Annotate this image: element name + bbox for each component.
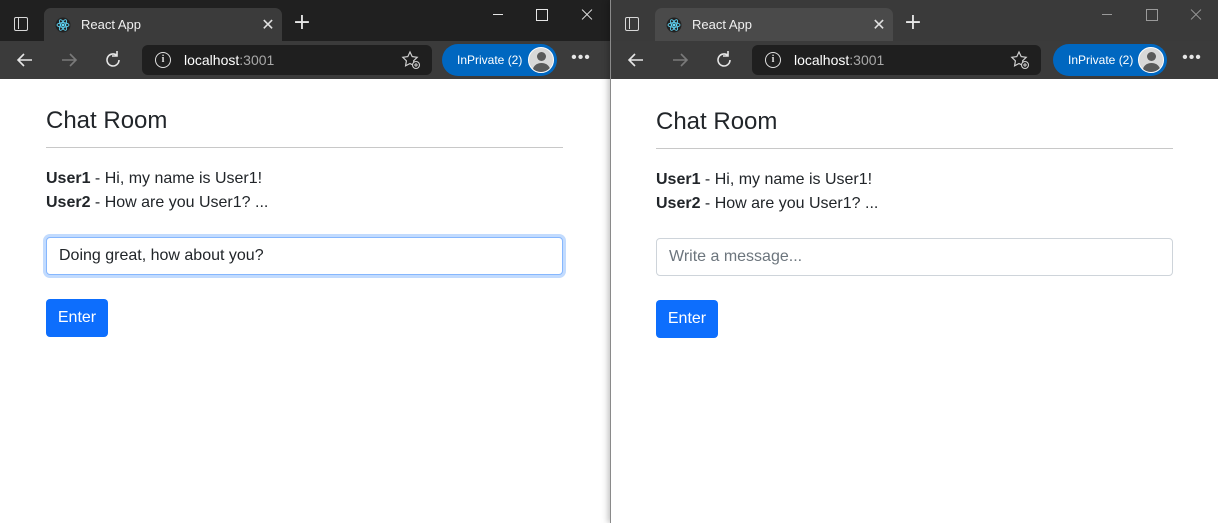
tab-title: React App [692, 17, 752, 32]
browser-toolbar: i localhost:3001 InPrivate (2) ••• [0, 41, 610, 79]
add-favorite-icon[interactable] [400, 49, 422, 71]
new-tab-icon[interactable]: + [902, 12, 924, 34]
maximize-icon[interactable] [518, 4, 564, 26]
title-bar: React App ✕ + [0, 0, 610, 41]
message-user: User2 [656, 195, 701, 212]
title-bar: React App ✕ + [611, 0, 1218, 41]
browser-window-left: React App ✕ + i localhost:3001 InPrivate… [0, 0, 610, 523]
url-text: localhost:3001 [794, 52, 885, 68]
tab-close-icon[interactable]: ✕ [254, 15, 282, 35]
forward-arrow-icon[interactable] [667, 47, 693, 73]
add-favorite-icon[interactable] [1009, 49, 1031, 71]
message-input[interactable] [46, 237, 563, 275]
minimize-icon[interactable] [475, 4, 521, 26]
browser-tab[interactable]: React App ✕ [44, 8, 282, 41]
page-content: Chat Room User1 - Hi, my name is User1! … [0, 79, 610, 523]
list-item: User2 - How are you User1? ... [656, 192, 878, 216]
message-user: User1 [46, 170, 91, 187]
browser-toolbar: i localhost:3001 InPrivate (2) ••• [611, 41, 1218, 79]
message-text: - How are you User1? ... [90, 194, 269, 211]
message-user: User1 [656, 171, 701, 188]
avatar [1138, 47, 1164, 73]
enter-button[interactable]: Enter [46, 299, 108, 337]
divider [656, 148, 1173, 149]
info-icon[interactable]: i [155, 52, 171, 68]
message-text: - Hi, my name is User1! [90, 170, 263, 187]
message-list: User1 - Hi, my name is User1! User2 - Ho… [656, 168, 878, 216]
close-window-icon[interactable] [1173, 4, 1218, 26]
message-text: - How are you User1? ... [700, 195, 879, 212]
tab-actions-icon[interactable] [9, 12, 31, 34]
react-logo-icon [666, 17, 682, 32]
message-user: User2 [46, 194, 91, 211]
list-item: User2 - How are you User1? ... [46, 191, 268, 215]
new-tab-icon[interactable]: + [291, 12, 313, 34]
refresh-icon[interactable] [100, 47, 126, 73]
address-bar[interactable]: i localhost:3001 [752, 45, 1041, 75]
list-item: User1 - Hi, my name is User1! [46, 167, 268, 191]
more-options-icon[interactable]: ••• [568, 49, 594, 71]
browser-window-right: React App ✕ + i localhost:3001 InPrivate… [610, 0, 1218, 523]
browser-tab[interactable]: React App ✕ [655, 8, 893, 41]
profile-label: InPrivate (2) [457, 53, 523, 67]
forward-arrow-icon[interactable] [56, 47, 82, 73]
message-list: User1 - Hi, my name is User1! User2 - Ho… [46, 167, 268, 215]
page-title: Chat Room [46, 107, 168, 134]
page-title: Chat Room [656, 108, 778, 135]
close-window-icon[interactable] [564, 4, 610, 26]
enter-button[interactable]: Enter [656, 300, 718, 338]
more-options-icon[interactable]: ••• [1179, 49, 1205, 71]
tab-actions-icon[interactable] [620, 12, 642, 34]
divider [46, 147, 563, 148]
back-arrow-icon[interactable] [12, 47, 38, 73]
avatar [528, 47, 554, 73]
tab-title: React App [81, 17, 141, 32]
react-logo-icon [55, 17, 71, 32]
minimize-icon[interactable] [1084, 4, 1130, 26]
back-arrow-icon[interactable] [623, 47, 649, 73]
url-text: localhost:3001 [184, 52, 275, 68]
tab-close-icon[interactable]: ✕ [865, 15, 893, 35]
page-content: Chat Room User1 - Hi, my name is User1! … [611, 79, 1218, 523]
message-text: - Hi, my name is User1! [700, 171, 873, 188]
address-bar[interactable]: i localhost:3001 [142, 45, 432, 75]
refresh-icon[interactable] [711, 47, 737, 73]
profile-label: InPrivate (2) [1068, 53, 1134, 67]
maximize-icon[interactable] [1128, 4, 1174, 26]
inprivate-profile-button[interactable]: InPrivate (2) [442, 44, 557, 76]
message-input[interactable] [656, 238, 1173, 276]
info-icon[interactable]: i [765, 52, 781, 68]
inprivate-profile-button[interactable]: InPrivate (2) [1053, 44, 1167, 76]
list-item: User1 - Hi, my name is User1! [656, 168, 878, 192]
